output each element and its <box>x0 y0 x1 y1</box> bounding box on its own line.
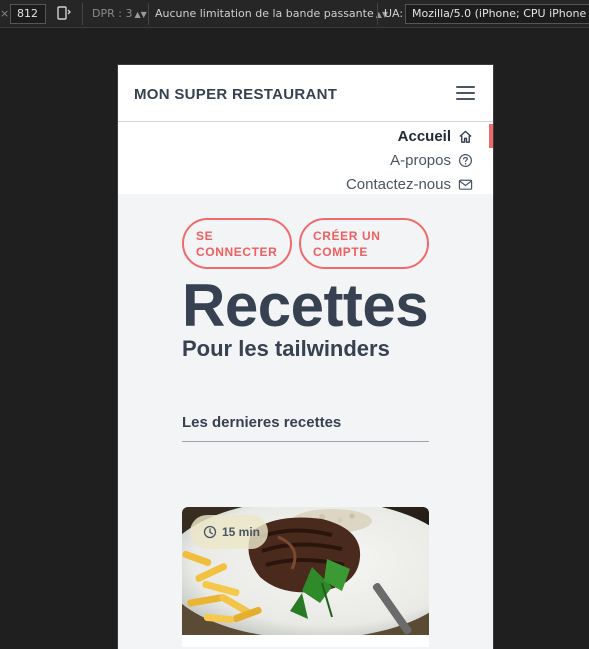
main-navigation: Accueil A-propos Contactez-nous <box>118 122 493 194</box>
envelope-icon <box>458 179 473 190</box>
site-header: MON SUPER RESTAURANT <box>118 65 493 122</box>
page-subtitle: Pour les tailwinders <box>182 336 390 361</box>
dimension-separator: × <box>0 7 10 20</box>
nav-item-label: Contactez-nous <box>345 175 451 193</box>
nav-item-contactez-nous[interactable]: Contactez-nous <box>346 173 473 195</box>
select-arrows-icon: ▲▼ <box>134 10 147 19</box>
latest-recipes-heading: Les dernieres recettes <box>182 414 342 431</box>
nav-item-label: A-propos <box>390 151 451 169</box>
rotate-device-icon[interactable] <box>56 5 72 24</box>
nav-item-label: Accueil <box>397 127 451 145</box>
hamburger-icon[interactable] <box>456 86 475 100</box>
recipe-duration: 15 min <box>222 525 261 539</box>
ua-label: UA: <box>384 7 404 20</box>
recipe-card-body <box>182 635 429 647</box>
device-viewport: MON SUPER RESTAURANT Accueil A-propos Co… <box>117 64 494 649</box>
brand-title[interactable]: MON SUPER RESTAURANT <box>134 86 337 103</box>
toolbar-divider <box>82 3 83 25</box>
active-nav-indicator <box>489 124 493 148</box>
login-button[interactable]: SE CONNECTER <box>182 218 292 269</box>
device-height-value: 812 <box>17 7 38 20</box>
dpr-label: DPR : 3 <box>92 7 133 20</box>
rotate-icon <box>57 6 71 20</box>
dpr-select[interactable]: DPR : 3 ▲▼ <box>92 7 147 20</box>
recipe-card[interactable]: 15 min <box>182 507 429 647</box>
home-icon <box>459 130 472 143</box>
time-badge: 15 min <box>190 515 268 549</box>
clock-icon <box>203 525 217 539</box>
user-agent-value: Mozilla/5.0 (iPhone; CPU iPhone O <box>412 7 589 20</box>
signup-button[interactable]: CRÉER UN COMPTE <box>299 218 429 269</box>
auth-buttons: SE CONNECTER CRÉER UN COMPTE <box>182 218 429 269</box>
devtools-device-toolbar: × 812 DPR : 3 ▲▼ Aucune limitation de la … <box>0 0 589 28</box>
throttling-label: Aucune limitation de la bande passante <box>155 7 374 20</box>
device-height-input[interactable]: 812 <box>10 4 46 24</box>
page-title: Recettes <box>182 272 429 339</box>
user-agent-input[interactable]: Mozilla/5.0 (iPhone; CPU iPhone O <box>405 4 589 24</box>
toolbar-divider <box>377 3 378 25</box>
question-circle-icon <box>458 153 473 167</box>
section-divider <box>182 441 429 442</box>
nav-item-accueil[interactable]: Accueil <box>398 125 473 147</box>
nav-item-a-propos[interactable]: A-propos <box>390 149 473 171</box>
toolbar-divider <box>148 3 149 25</box>
throttling-select[interactable]: Aucune limitation de la bande passante ▲▼ <box>155 7 388 20</box>
